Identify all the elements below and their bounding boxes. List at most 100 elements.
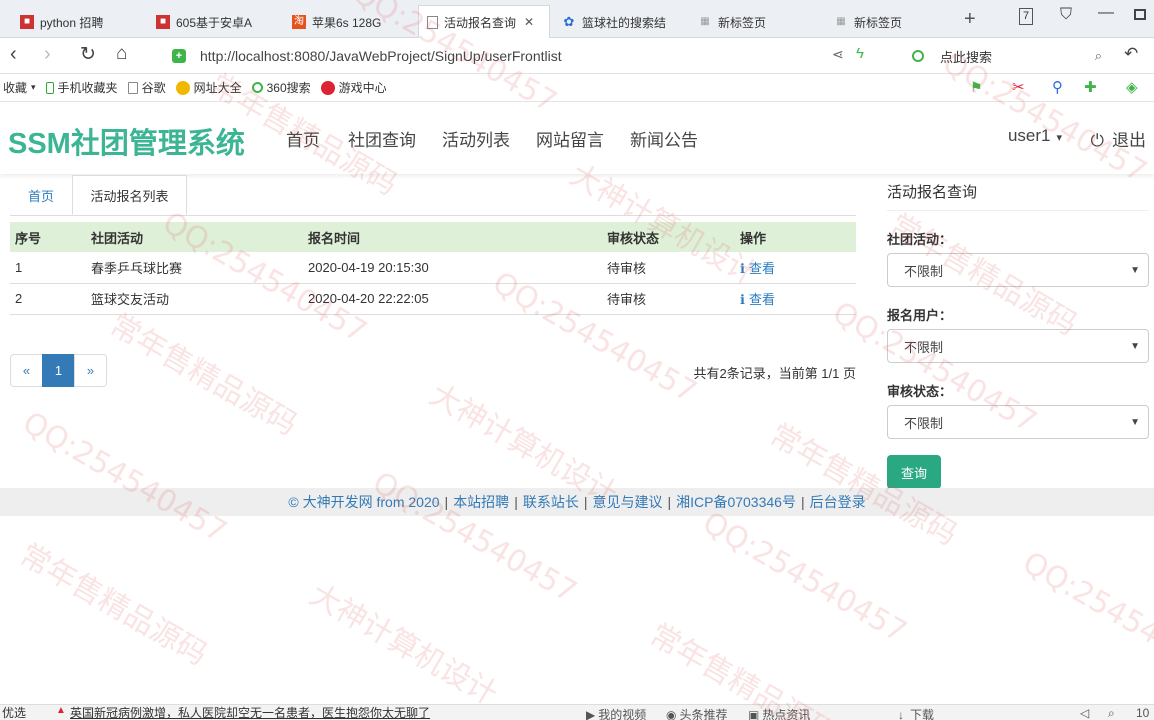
game-icon — [320, 80, 335, 95]
nav-club-search[interactable]: 社团查询 — [348, 126, 416, 151]
select-value: 不限制 — [904, 415, 944, 431]
nav-messages[interactable]: 网站留言 — [536, 126, 604, 151]
page-1-button[interactable]: 1 — [42, 354, 75, 387]
volume-icon[interactable]: ◁ — [1080, 706, 1089, 720]
footer-copyright[interactable]: © 大神开发网 from 2020 — [288, 492, 439, 512]
user-select[interactable]: 不限制 ▼ — [887, 329, 1149, 363]
prev-page-button[interactable]: « — [10, 354, 43, 387]
user-menu[interactable]: user1 ▾ — [1008, 126, 1062, 146]
status-label: 热点资讯 — [762, 708, 811, 720]
bookmark-label: 360搜索 — [266, 81, 311, 95]
back-icon[interactable]: ‹ — [10, 43, 17, 66]
url-field[interactable]: + http://localhost:8080/JavaWebProject/S… — [172, 42, 892, 70]
my-video[interactable]: ▶ 我的视频 — [586, 706, 646, 720]
logout-button[interactable]: ⏻ 退出 — [1091, 126, 1146, 151]
tab-counter[interactable]: 7 — [1019, 8, 1033, 25]
view-link[interactable]: ℹ 查看 — [740, 292, 775, 307]
bookmark-favorites[interactable]: 收藏 ▾ — [3, 79, 36, 96]
shield-ext-icon[interactable]: ◈ — [1126, 78, 1138, 96]
tab-title: 苹果6s 128G — [312, 15, 382, 30]
browser-status-bar: 优选 ▲ 英国新冠病例激增，私人医院却空无一名患者，医生抱怨你太无聊了 ▶ 我的视… — [0, 704, 1154, 720]
extension-icon[interactable]: ⚑ — [970, 79, 983, 96]
download-icon: ↓ — [898, 708, 904, 720]
caret-down-icon: ▾ — [1056, 132, 1062, 144]
download[interactable]: ↓ 下载 — [898, 706, 934, 720]
site-navbar: SSM社团管理系统 首页 社团查询 活动列表 网站留言 新闻公告 user1 ▾ … — [0, 102, 1154, 174]
tab-title: 新标签页 — [854, 15, 903, 30]
watermark-text: QQ:254540457 — [696, 505, 913, 650]
view-link[interactable]: ℹ 查看 — [740, 261, 775, 276]
refresh-icon[interactable]: ↻ — [80, 43, 96, 66]
phone-icon — [45, 81, 54, 94]
browser-tab[interactable]: 淘苹果6s 128G — [284, 6, 414, 38]
hot-news[interactable]: ▣ 热点资讯 — [748, 706, 810, 720]
top-news[interactable]: ◉ 头条推荐 — [666, 706, 728, 720]
footer-contact-link[interactable]: 联系站长 — [523, 492, 579, 512]
undo-icon[interactable]: ↶ — [1124, 44, 1138, 64]
footer-icp-link[interactable]: 湘ICP备0703346号 — [676, 492, 796, 512]
power-icon: ⏻ — [1090, 131, 1104, 150]
video-icon: ▶ — [586, 708, 596, 720]
status-select[interactable]: 不限制 ▼ — [887, 405, 1149, 439]
home-icon[interactable]: ⌂ — [116, 43, 127, 65]
chevron-down-icon: ▼ — [1130, 416, 1140, 428]
cell-time: 2020-04-20 22:22:05 — [303, 283, 602, 315]
nav-news[interactable]: 新闻公告 — [630, 126, 698, 151]
browser-tab[interactable]: ■ 605基于安卓A — [148, 6, 278, 38]
red-favicon-icon: ■ — [156, 15, 170, 29]
share-icon[interactable]: ⋖ — [832, 46, 844, 63]
close-tab-icon[interactable]: ✕ — [524, 15, 534, 29]
query-button[interactable]: 查询 — [887, 455, 941, 489]
zoom-level[interactable]: 10 — [1136, 706, 1149, 720]
select-value: 不限制 — [904, 339, 944, 355]
bookmark-mobile[interactable]: 手机收藏夹 — [45, 79, 118, 96]
baidu-paw-icon: ✿ — [563, 14, 575, 29]
new-tab-icon[interactable]: + — [964, 8, 976, 31]
search-box[interactable]: 点此搜索 ⌕ — [912, 42, 1102, 70]
next-page-button[interactable]: » — [74, 354, 107, 387]
browser-tab[interactable]: ■ python 招聘 — [12, 6, 142, 38]
nav-home[interactable]: 首页 — [286, 126, 320, 151]
browser-tab[interactable]: ▦ 新标签页 — [690, 6, 824, 38]
forward-icon[interactable]: › — [44, 43, 51, 66]
cell-status: 待审核 — [602, 283, 735, 315]
shirt-icon[interactable]: ⛉ — [1060, 6, 1072, 24]
filter-panel: 活动报名查询 社团活动： 不限制 ▼ 报名用户： 不限制 ▼ 审核状态： 不限制 ▼ … — [887, 175, 1149, 489]
gamepad-icon[interactable]: ✚ — [1084, 78, 1097, 96]
table-header-row: 序号 社团活动 报名时间 审核状态 操作 — [10, 222, 856, 252]
tab-title: 活动报名查询 — [444, 15, 517, 30]
search-icon[interactable]: ⌕ — [1095, 48, 1102, 64]
lightning-icon[interactable]: ϟ — [856, 45, 864, 62]
status-left[interactable]: 优选 — [2, 704, 26, 720]
activity-select[interactable]: 不限制 ▼ — [887, 253, 1149, 287]
url-path: :8080/JavaWebProject/SignUp/userFrontlis… — [290, 48, 562, 64]
secure-shield-icon: + — [172, 49, 186, 63]
bookmark-label: 手机收藏夹 — [57, 81, 118, 95]
bookmark-360-search[interactable]: 360搜索 — [251, 79, 311, 96]
chevron-down-icon: ▾ — [31, 82, 36, 92]
minimize-icon[interactable]: — — [1098, 4, 1114, 22]
bookmark-google[interactable]: 谷歌 — [127, 79, 166, 96]
chevron-down-icon: ▼ — [1130, 264, 1140, 276]
breadcrumb-current[interactable]: 活动报名列表 — [72, 175, 187, 215]
maximize-icon[interactable] — [1134, 9, 1146, 20]
browser-tab-active[interactable]: 活动报名查询 ✕ — [418, 5, 550, 38]
magnifier-icon[interactable]: ⚲ — [1052, 78, 1063, 96]
address-bar: ‹ › ↻ ⌂ + http://localhost:8080/JavaWebP… — [0, 38, 1154, 74]
news-ticker[interactable]: 英国新冠病例激增，私人医院却空无一名患者，医生抱怨你太无聊了 — [70, 704, 430, 720]
scissors-icon[interactable]: ✂ — [1012, 78, 1025, 96]
breadcrumb-home[interactable]: 首页 — [10, 175, 72, 215]
footer-admin-link[interactable]: 后台登录 — [810, 492, 866, 512]
footer-jobs-link[interactable]: 本站招聘 — [453, 492, 509, 512]
nav-activities[interactable]: 活动列表 — [442, 126, 510, 151]
watermark-text: 大神计算机设计 — [303, 577, 503, 713]
footer-feedback-link[interactable]: 意见与建议 — [592, 492, 662, 512]
zoom-icon[interactable]: ⌕ — [1108, 706, 1115, 720]
site-brand[interactable]: SSM社团管理系统 — [8, 120, 245, 162]
browser-tab[interactable]: ▦ 新标签页 — [826, 6, 956, 38]
filter-activity-label: 社团活动： — [887, 232, 953, 247]
bookmark-sites[interactable]: 网址大全 — [175, 79, 242, 96]
bookmark-games[interactable]: 游戏中心 — [320, 79, 387, 96]
browser-tab[interactable]: ✿ 篮球社的搜索结 — [554, 6, 690, 38]
watermark-text: QQ:254540457 — [16, 405, 233, 550]
